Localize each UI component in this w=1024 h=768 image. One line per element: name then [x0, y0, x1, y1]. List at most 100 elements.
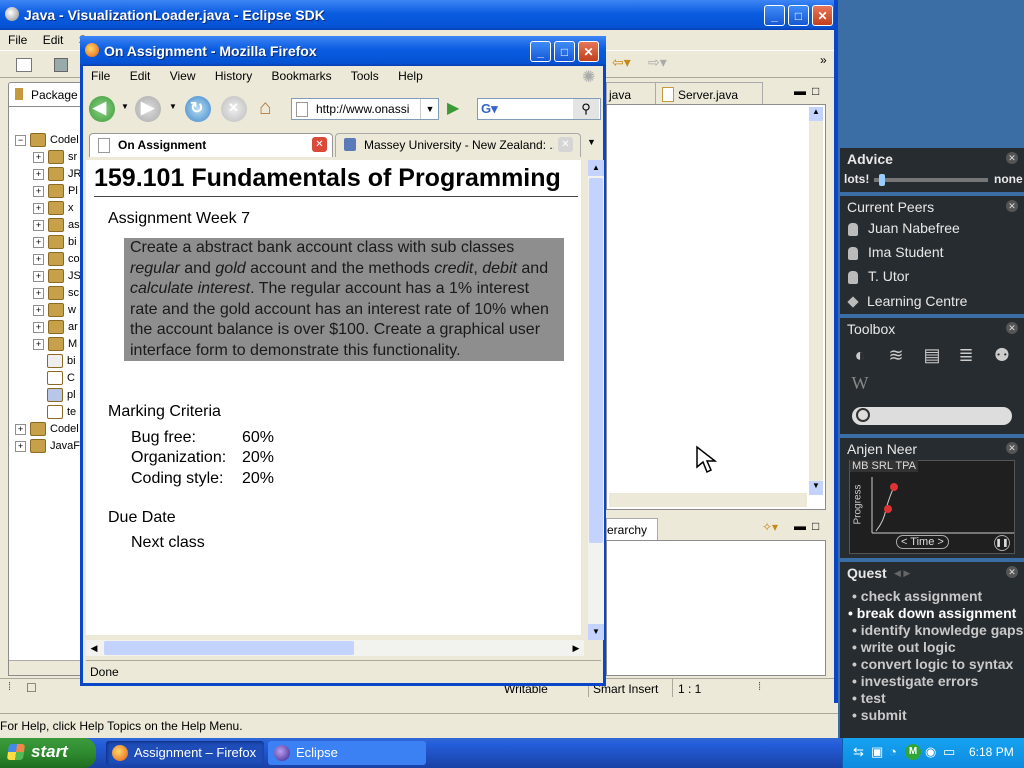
toolbar-overflow-icon[interactable]: » [820, 53, 827, 67]
fast-view-icon[interactable]: ☐ [26, 681, 37, 695]
forward-arrow-icon[interactable]: ⇨▾ [648, 54, 667, 71]
google-icon[interactable]: G▾ [481, 101, 498, 117]
editor-tab-server-java[interactable]: Server.java [655, 82, 763, 105]
editor-vscrollbar[interactable]: ▲ ▼ [809, 107, 823, 495]
tree-hscrollbar[interactable] [9, 660, 83, 675]
tree-item[interactable]: − Codel [15, 133, 79, 149]
close-panel-icon[interactable]: ✕ [1006, 152, 1018, 164]
close-panel-icon[interactable]: ✕ [1006, 322, 1018, 334]
quest-item[interactable]: • test [852, 690, 886, 706]
home-button[interactable]: ⌂ [257, 96, 283, 120]
quest-item[interactable]: • investigate errors [852, 673, 978, 689]
reload-button[interactable]: ↻ [185, 96, 211, 122]
tab-massey[interactable]: Massey University - New Zealand: ... ✕ [335, 133, 581, 157]
tab-close-icon[interactable]: ✕ [558, 137, 573, 152]
editor-tab[interactable]: java [606, 82, 656, 105]
time-control[interactable]: < Time > [896, 535, 949, 549]
maximize-view-icon[interactable]: □ [812, 84, 819, 98]
tree-item[interactable]: + x [33, 201, 74, 217]
tree-item[interactable]: + sr [33, 150, 77, 166]
tree-item[interactable]: bi [47, 354, 76, 370]
hierarchy-tab[interactable]: erarchy [606, 518, 658, 541]
close-panel-icon[interactable]: ✕ [1006, 200, 1018, 212]
back-arrow-icon[interactable]: ⇦▾ [612, 54, 631, 71]
advice-slider[interactable] [874, 174, 988, 186]
editor-hscrollbar[interactable] [609, 493, 807, 507]
maximize-button[interactable]: □ [554, 41, 575, 62]
page-hscrollbar[interactable]: ◀ ▶ [86, 640, 584, 656]
scroll-up-icon[interactable]: ▲ [588, 160, 604, 176]
taskbar-item-eclipse[interactable]: Eclipse [268, 741, 426, 765]
taskbar-item-firefox[interactable]: Assignment – Firefox [106, 741, 264, 765]
package-explorer-tab[interactable]: Package E [8, 82, 89, 107]
close-panel-icon[interactable]: ✕ [1006, 566, 1018, 578]
search-input[interactable]: G▾ ⚲ [477, 98, 601, 120]
notes-icon[interactable]: ≣ [954, 345, 978, 367]
network-icon[interactable]: ▣ [871, 744, 883, 760]
book-icon[interactable]: ≋ [884, 345, 908, 367]
tab-list-icon[interactable]: ▼ [587, 137, 596, 147]
tree-item[interactable]: + ar [33, 320, 78, 336]
quest-item[interactable]: • identify knowledge gaps [852, 622, 1023, 638]
toolbox-search-input[interactable] [852, 407, 1012, 425]
tab-close-icon[interactable]: ✕ [312, 137, 327, 152]
peer-item[interactable]: Learning Centre [847, 293, 967, 309]
tree-item[interactable]: + M [33, 337, 77, 353]
save-icon[interactable] [54, 58, 68, 72]
tree-item[interactable]: pl [47, 388, 76, 404]
tree-item[interactable]: + Codel [15, 422, 79, 438]
quest-item[interactable]: • write out logic [852, 639, 956, 655]
stop-button[interactable]: ✕ [221, 96, 247, 122]
menu-edit[interactable]: Edit [130, 69, 151, 83]
tree-item[interactable]: + co [33, 252, 80, 268]
tray-app-icon[interactable]: ◔ [889, 744, 897, 759]
menu-view[interactable]: View [170, 69, 196, 83]
editor-area[interactable]: ▲ ▼ [606, 104, 826, 510]
display-icon[interactable]: ▭ [943, 744, 955, 760]
tree-item[interactable]: + JR [33, 167, 81, 183]
peer-item[interactable]: Ima Student [848, 244, 944, 260]
search-icon[interactable]: ⚲ [573, 99, 599, 119]
tab-on-assignment[interactable]: On Assignment ✕ [89, 133, 333, 157]
menu-help[interactable]: Help [398, 69, 423, 83]
pause-icon[interactable]: ❚❚ [994, 535, 1010, 551]
advice-slider-thumb[interactable] [879, 174, 886, 186]
menu-bookmarks[interactable]: Bookmarks [272, 69, 332, 83]
tray-app-icon[interactable]: ⇆ [853, 744, 864, 760]
quest-item-active[interactable]: • break down assignment [848, 605, 1016, 621]
tree-item[interactable]: + Pl [33, 184, 78, 200]
tray-app-icon[interactable]: ◉ [925, 744, 936, 760]
peer-item[interactable]: Juan Nabefree [848, 220, 960, 236]
menu-edit[interactable]: Edit [43, 33, 64, 47]
scroll-down-icon[interactable]: ▼ [588, 624, 604, 640]
tree-item[interactable]: + JavaF [15, 439, 80, 455]
wikipedia-icon[interactable]: W [848, 373, 872, 395]
quest-item[interactable]: • convert logic to syntax [852, 656, 1013, 672]
messenger-icon[interactable]: M [905, 744, 921, 760]
progress-point[interactable] [890, 483, 898, 491]
quest-nav-icon[interactable]: ◀ ▶ [894, 568, 910, 579]
start-button[interactable]: start [0, 738, 96, 768]
tree-item[interactable]: + sc [33, 286, 79, 302]
page-vscrollbar[interactable]: ▲ ▼ [588, 160, 604, 640]
tree-item[interactable]: + as [33, 218, 80, 234]
menu-file[interactable]: File [8, 33, 27, 47]
view-menu-icon[interactable]: ✧▾ [762, 520, 778, 534]
scroll-thumb[interactable] [589, 178, 603, 543]
close-panel-icon[interactable]: ✕ [1006, 442, 1018, 454]
tree-item[interactable]: te [47, 405, 76, 421]
scroll-left-icon[interactable]: ◀ [86, 640, 102, 656]
tree-item[interactable]: C [47, 371, 75, 387]
maximize-view-icon[interactable]: □ [812, 519, 819, 533]
people-icon[interactable]: ⚉ [990, 345, 1014, 367]
tree-item[interactable]: + w [33, 303, 76, 319]
library-icon[interactable]: ▤ [920, 345, 944, 367]
firefox-title-bar[interactable]: On Assignment - Mozilla Firefox _ □ ✕ [80, 36, 606, 66]
close-button[interactable]: ✕ [812, 5, 833, 26]
forward-button[interactable]: ▶ [135, 96, 161, 122]
progress-point[interactable] [884, 505, 892, 513]
minimize-view-icon[interactable]: ▬ [794, 84, 806, 98]
go-icon[interactable]: ▶ [447, 98, 459, 118]
back-button[interactable]: ◀ [89, 96, 115, 122]
new-icon[interactable] [16, 58, 32, 72]
